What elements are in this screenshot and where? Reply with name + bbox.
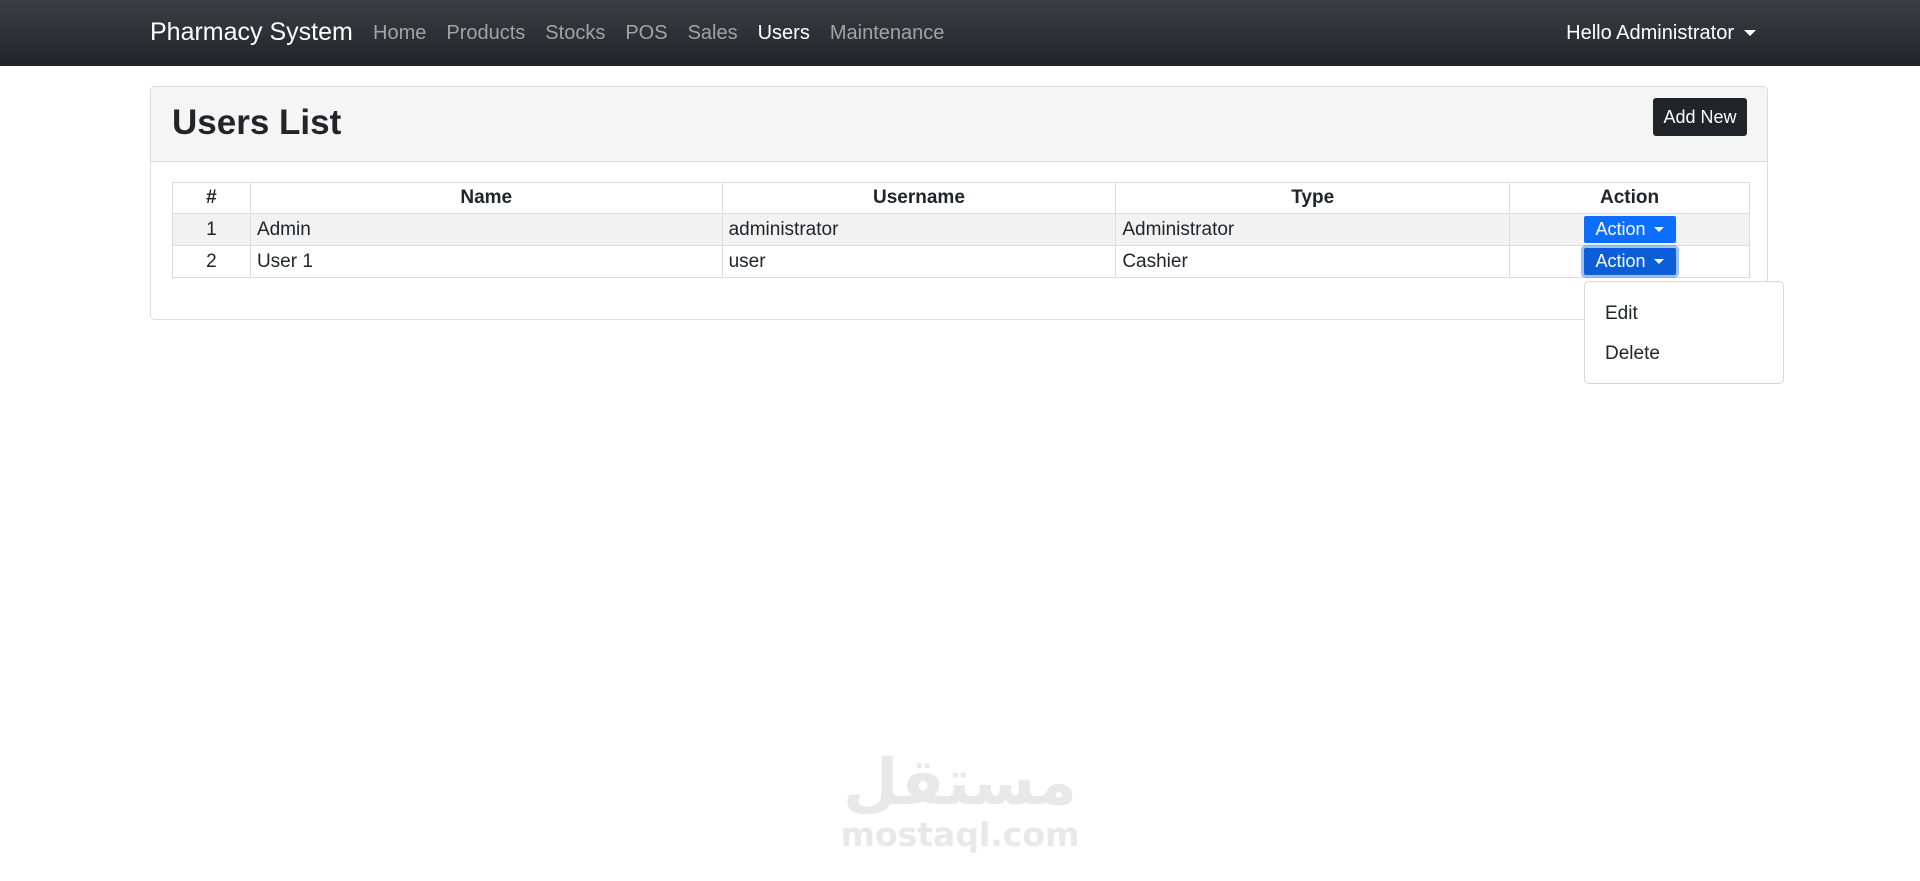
caret-down-icon <box>1653 227 1664 232</box>
cell-name: User 1 <box>249 245 723 278</box>
column-header-name: Name <box>249 182 723 214</box>
nav-link-maintenance[interactable]: Maintenance <box>830 19 945 47</box>
caret-down-icon <box>1653 259 1664 264</box>
action-dropdown-button[interactable]: Action <box>1583 248 1676 275</box>
menu-item-edit[interactable]: Edit <box>1605 301 1638 327</box>
user-menu-label: Hello Administrator <box>1566 22 1734 44</box>
add-new-button[interactable]: Add New <box>1653 98 1747 136</box>
top-navbar: Pharmacy System Home Products Stocks POS… <box>0 0 1920 66</box>
nav-link-home[interactable]: Home <box>373 19 426 47</box>
table-row: 2 User 1 user Cashier Action <box>172 245 1750 278</box>
table-header-row: # Name Username Type Action <box>172 182 1750 214</box>
action-button-label: Action <box>1595 251 1646 271</box>
users-card: Users List Add New # Name Username Type … <box>150 86 1768 320</box>
user-menu-toggle[interactable]: Hello Administrator <box>1566 19 1756 47</box>
cell-type: Administrator <box>1115 213 1511 246</box>
column-header-number: # <box>172 182 251 214</box>
action-button-label: Action <box>1595 219 1646 239</box>
nav-link-stocks[interactable]: Stocks <box>545 19 605 47</box>
watermark-latin-text: mostaql.com <box>840 815 1080 854</box>
column-header-action: Action <box>1509 182 1750 214</box>
cell-username: administrator <box>721 213 1117 246</box>
action-dropdown-menu: Edit Delete <box>1584 281 1784 384</box>
cell-number: 2 <box>172 245 251 278</box>
brand-logo-text[interactable]: Pharmacy System <box>150 15 353 49</box>
cell-name: Admin <box>249 213 723 246</box>
watermark-arabic-text: مستقل <box>842 746 1078 820</box>
nav-link-pos[interactable]: POS <box>625 19 667 47</box>
cell-username: user <box>721 245 1117 278</box>
cell-type: Cashier <box>1115 245 1511 278</box>
page-title: Users List <box>172 103 342 142</box>
watermark-logo: مستقل mostaql.com <box>840 750 1080 854</box>
nav-link-products[interactable]: Products <box>446 19 525 47</box>
cell-action: Action <box>1509 245 1750 278</box>
table-row: 1 Admin administrator Administrator Acti… <box>172 213 1750 246</box>
cell-action: Action <box>1509 213 1750 246</box>
column-header-username: Username <box>721 182 1117 214</box>
nav-link-users[interactable]: Users <box>758 19 810 47</box>
caret-down-icon <box>1744 30 1756 36</box>
nav-links: Home Products Stocks POS Sales Users Mai… <box>373 19 964 47</box>
users-table: # Name Username Type Action 1 Admin admi… <box>172 182 1750 278</box>
column-header-type: Type <box>1115 182 1511 214</box>
action-dropdown-button[interactable]: Action <box>1583 216 1676 243</box>
menu-item-delete[interactable]: Delete <box>1605 341 1660 367</box>
nav-link-sales[interactable]: Sales <box>688 19 738 47</box>
card-header: Users List Add New <box>151 87 1767 162</box>
cell-number: 1 <box>172 213 251 246</box>
